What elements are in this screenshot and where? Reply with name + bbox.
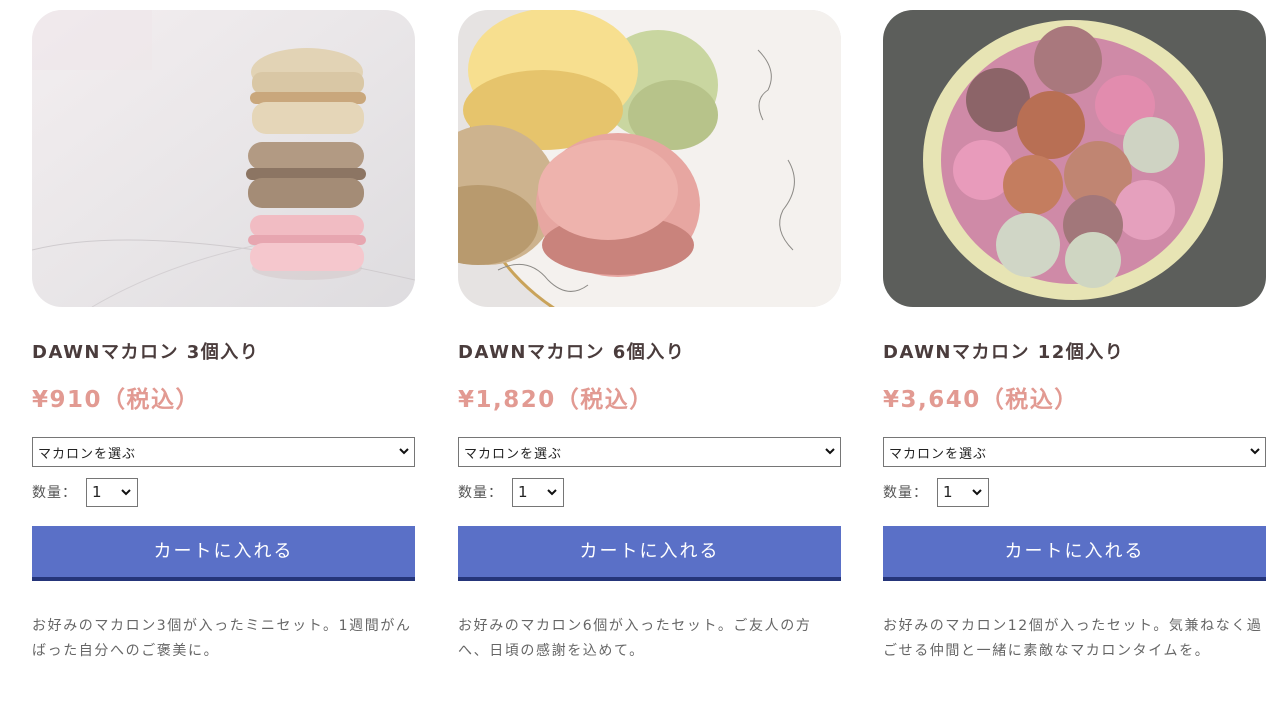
macaron-select-value: マカロンを選ぶ (464, 447, 563, 462)
chevron-down-icon (972, 489, 982, 496)
add-to-cart-button[interactable]: カートに入れる (458, 526, 841, 581)
macaron-select[interactable]: マカロンを選ぶ (32, 437, 415, 467)
quantity-value: 1 (518, 483, 528, 501)
quantity-label: 数量： (32, 485, 77, 501)
quantity-value: 1 (943, 483, 953, 501)
product-grid: DAWNマカロン 3個入り ¥910（税込） マカロンを選ぶ 数量： 1 カート… (0, 0, 1280, 720)
product-name[interactable]: DAWNマカロン 6個入り (458, 338, 685, 364)
stacked-macarons-photo (32, 10, 415, 307)
add-to-cart-button[interactable]: カートに入れる (32, 526, 415, 581)
product-description: お好みのマカロン3個が入ったミニセット。1週間がんばった自分へのご褒美に。 (32, 618, 412, 659)
product-description: お好みのマカロン6個が入ったセット。ご友人の方へ、日頃の感謝を込めて。 (458, 618, 812, 659)
chevron-down-icon (121, 489, 131, 496)
chevron-down-icon (1250, 448, 1260, 455)
macaron-select-value: マカロンを選ぶ (38, 447, 137, 462)
add-to-cart-button[interactable]: カートに入れる (883, 526, 1266, 581)
product-name[interactable]: DAWNマカロン 12個入り (883, 338, 1124, 364)
product-price: ¥1,820（税込） (458, 387, 654, 413)
quantity-label: 数量： (458, 485, 503, 501)
chevron-down-icon (825, 448, 835, 455)
macaron-select-value: マカロンを選ぶ (889, 447, 988, 462)
product-image[interactable] (32, 10, 415, 307)
quantity-value: 1 (92, 483, 102, 501)
product-image[interactable] (458, 10, 841, 307)
product-price: ¥3,640（税込） (883, 387, 1079, 413)
quantity-select[interactable]: 1 (937, 478, 989, 507)
product-description: お好みのマカロン12個が入ったセット。気兼ねなく過ごせる仲間と一緒に素敵なマカロ… (883, 618, 1263, 659)
macarons-in-bowl-photo (883, 10, 1266, 307)
quantity-label: 数量： (883, 485, 928, 501)
macaron-select[interactable]: マカロンを選ぶ (883, 437, 1266, 467)
quantity-select[interactable]: 1 (86, 478, 138, 507)
product-price: ¥910（税込） (32, 387, 201, 413)
product-image[interactable] (883, 10, 1266, 307)
quantity-select[interactable]: 1 (512, 478, 564, 507)
macarons-on-plate-photo (458, 10, 841, 307)
chevron-down-icon (547, 489, 557, 496)
product-name[interactable]: DAWNマカロン 3個入り (32, 338, 259, 364)
macaron-select[interactable]: マカロンを選ぶ (458, 437, 841, 467)
chevron-down-icon (399, 448, 409, 455)
